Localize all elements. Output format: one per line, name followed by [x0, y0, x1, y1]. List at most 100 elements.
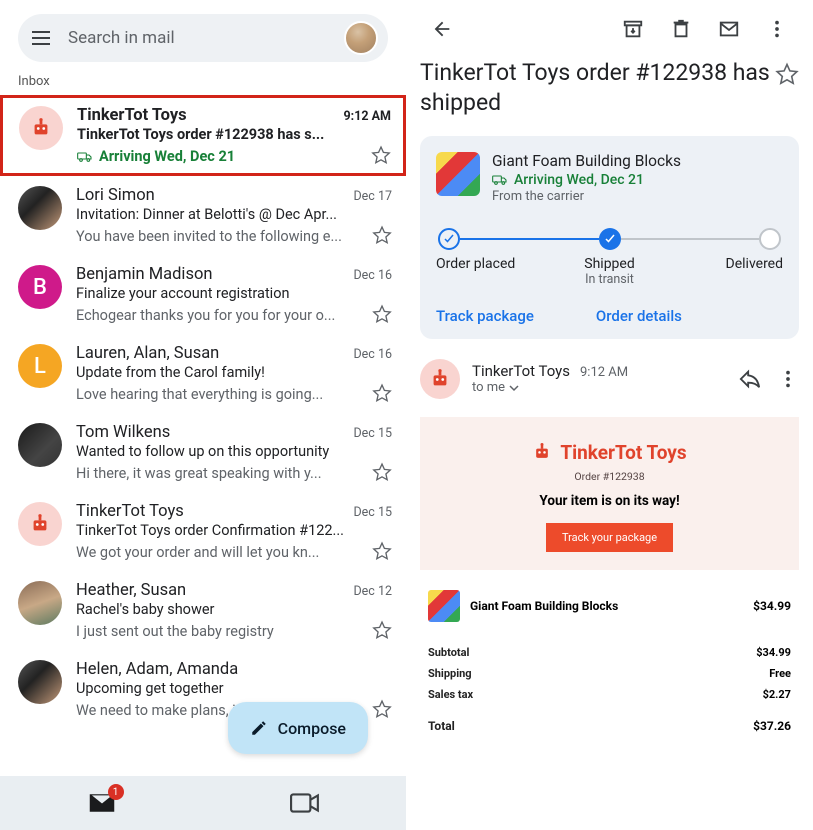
email-snippet: I just sent out the baby registry	[76, 623, 274, 640]
email-subject: Wanted to follow up on this opportunity	[76, 443, 392, 460]
search-input[interactable]: Search in mail	[68, 28, 344, 48]
sender-avatar: B	[18, 265, 62, 309]
pencil-icon	[250, 719, 268, 737]
email-time: Dec 16	[353, 268, 392, 283]
order-number: Order #122938	[434, 470, 785, 483]
sender-name: Helen, Adam, Amanda	[76, 660, 238, 679]
sender-avatar	[18, 660, 62, 704]
total-label: Total	[428, 719, 455, 733]
envelope-icon	[718, 18, 740, 40]
track-package-button[interactable]: Track your package	[546, 523, 673, 552]
mark-unread-button[interactable]	[707, 7, 751, 51]
avatar-initial: L	[34, 354, 46, 379]
sender-name: TinkerTot Toys	[77, 106, 187, 125]
compose-button[interactable]: Compose	[228, 702, 368, 754]
message-header: TinkerTot Toys9:12 AM to me	[420, 359, 799, 399]
email-snippet: We got your order and will let you kn...	[76, 544, 319, 561]
star-icon[interactable]	[372, 462, 392, 482]
more-button[interactable]	[755, 7, 799, 51]
shipping-value: Free	[769, 667, 791, 680]
email-row[interactable]: Tom WilkensDec 15 Wanted to follow up on…	[0, 413, 406, 492]
email-time: Dec 15	[353, 426, 392, 441]
email-subject: Rachel's baby shower	[76, 601, 392, 618]
robot-icon	[29, 513, 51, 535]
nav-mail[interactable]: 1	[0, 776, 203, 830]
arriving-text: Arriving Wed, Dec 21	[514, 172, 644, 188]
stage-dot-delivered	[759, 228, 781, 250]
email-time: Dec 15	[353, 505, 392, 520]
check-icon	[604, 233, 616, 245]
star-icon[interactable]	[372, 304, 392, 324]
email-row[interactable]: TinkerTot Toys9:12 AM TinkerTot Toys ord…	[0, 95, 406, 176]
check-icon	[443, 233, 455, 245]
dots-vertical-icon[interactable]	[777, 368, 799, 390]
stage-label: Shipped	[552, 256, 668, 272]
dots-vertical-icon	[766, 18, 788, 40]
email-row[interactable]: Lori SimonDec 17 Invitation: Dinner at B…	[0, 176, 406, 255]
line-item-name: Giant Foam Building Blocks	[470, 599, 743, 613]
stage-sublabel: In transit	[552, 272, 668, 287]
sender-avatar	[18, 581, 62, 625]
stage-label: Order placed	[436, 256, 552, 272]
truck-icon	[77, 150, 93, 164]
star-icon[interactable]	[372, 699, 392, 719]
video-icon	[290, 792, 320, 814]
sender-avatar	[420, 359, 460, 399]
order-details-link[interactable]: Order details	[596, 307, 682, 325]
message-pane: TinkerTot Toys order #122938 has shipped…	[406, 0, 813, 830]
message-toolbar	[420, 0, 799, 58]
total-value: $37.26	[753, 719, 791, 733]
delete-button[interactable]	[659, 7, 703, 51]
email-snippet: Love hearing that everything is going...	[76, 386, 323, 403]
archive-icon	[622, 18, 644, 40]
sender-avatar: L	[18, 344, 62, 388]
sender-name: TinkerTot Toys	[472, 362, 570, 380]
reply-icon[interactable]	[739, 368, 761, 390]
tax-value: $2.27	[763, 688, 791, 701]
email-row[interactable]: B Benjamin MadisonDec 16 Finalize your a…	[0, 255, 406, 334]
arrow-left-icon	[431, 18, 453, 40]
arriving-text: Arriving Wed, Dec 21	[99, 148, 235, 165]
avatar-initial: B	[33, 275, 47, 300]
email-row[interactable]: L Lauren, Alan, SusanDec 16 Update from …	[0, 334, 406, 413]
stage-dot-shipped	[599, 228, 621, 250]
email-row[interactable]: TinkerTot ToysDec 15 TinkerTot Toys orde…	[0, 492, 406, 571]
star-icon[interactable]	[372, 225, 392, 245]
star-icon[interactable]	[372, 383, 392, 403]
email-subject: Upcoming get together	[76, 680, 392, 697]
email-subject: TinkerTot Toys order #122938 has s...	[77, 126, 391, 143]
order-summary: Giant Foam Building Blocks $34.99 Subtot…	[428, 590, 791, 737]
recipient-line[interactable]: to me	[472, 380, 727, 395]
chevron-down-icon	[509, 383, 519, 393]
star-icon[interactable]	[775, 62, 799, 86]
trash-icon	[670, 18, 692, 40]
shipping-chip: Arriving Wed, Dec 21	[77, 148, 235, 165]
track-package-link[interactable]: Track package	[436, 307, 534, 325]
robot-icon	[429, 368, 451, 390]
search-bar[interactable]: Search in mail	[18, 14, 388, 62]
email-row[interactable]: Heather, SusanDec 12 Rachel's baby showe…	[0, 571, 406, 650]
email-snippet: You have been invited to the following e…	[76, 228, 342, 245]
carrier-text: From the carrier	[492, 189, 783, 204]
sender-avatar	[18, 423, 62, 467]
unread-badge: 1	[108, 784, 124, 800]
sender-avatar	[19, 106, 63, 150]
archive-button[interactable]	[611, 7, 655, 51]
truck-icon	[492, 173, 508, 187]
product-thumb	[428, 590, 460, 622]
email-subject: Update from the Carol family!	[76, 364, 392, 381]
account-avatar[interactable]	[344, 21, 378, 55]
back-button[interactable]	[420, 7, 464, 51]
sender-name: Lori Simon	[76, 186, 155, 205]
shipping-headline: Your item is on its way!	[434, 493, 785, 509]
product-thumb	[436, 152, 480, 196]
menu-icon[interactable]	[32, 31, 50, 45]
star-icon[interactable]	[371, 145, 391, 165]
nav-meet[interactable]	[203, 776, 406, 830]
email-subject: TinkerTot Toys order Confirmation #122..…	[76, 522, 392, 539]
email-subject: Finalize your account registration	[76, 285, 392, 302]
compose-label: Compose	[278, 719, 346, 738]
progress-bar	[438, 228, 781, 250]
star-icon[interactable]	[372, 620, 392, 640]
star-icon[interactable]	[372, 541, 392, 561]
